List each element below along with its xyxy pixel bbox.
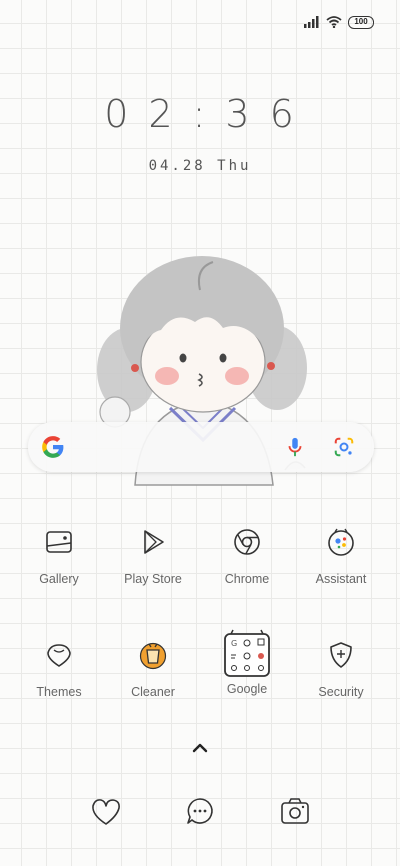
gallery-icon	[39, 522, 79, 562]
app-assistant[interactable]: Assistant	[294, 522, 388, 586]
app-chrome[interactable]: Chrome	[200, 522, 294, 586]
app-gallery[interactable]: Gallery	[12, 522, 106, 586]
app-label: Themes	[36, 685, 82, 699]
cleaner-icon	[133, 635, 173, 675]
app-label: Chrome	[224, 572, 270, 586]
themes-icon	[39, 635, 79, 675]
google-folder-icon: G	[223, 628, 271, 678]
app-cleaner[interactable]: Cleaner	[106, 635, 200, 699]
lockscreen-date: 04.28 Thu	[148, 158, 252, 174]
app-label: Play Store	[124, 572, 182, 586]
chat-bubble-icon[interactable]	[184, 795, 216, 829]
google-lens-icon[interactable]	[333, 436, 355, 458]
status-bar: 100	[304, 14, 374, 30]
camera-icon[interactable]	[279, 795, 311, 829]
assistant-icon	[321, 522, 361, 562]
app-label: Google	[226, 682, 268, 696]
wifi-icon	[326, 16, 342, 28]
play-store-icon	[133, 522, 173, 562]
chevron-up-icon[interactable]	[189, 740, 211, 754]
signal-icon	[304, 16, 319, 28]
app-label: Cleaner	[131, 685, 175, 699]
app-label: Gallery	[39, 572, 79, 586]
heart-icon[interactable]	[88, 795, 124, 829]
chrome-icon	[227, 522, 267, 562]
svg-text:G: G	[231, 639, 237, 648]
app-google-folder[interactable]: G Google	[200, 628, 294, 696]
battery-icon: 100	[348, 15, 374, 29]
google-search-bar[interactable]	[28, 422, 374, 472]
security-icon	[321, 635, 361, 675]
app-label: Assistant	[315, 572, 367, 586]
lockscreen-clock[interactable]: 02:36	[0, 92, 400, 136]
google-g-icon	[42, 436, 64, 458]
app-play-store[interactable]: Play Store	[106, 522, 200, 586]
app-themes[interactable]: Themes	[12, 635, 106, 699]
app-label: Security	[318, 685, 364, 699]
app-security[interactable]: Security	[294, 635, 388, 699]
microphone-icon[interactable]	[284, 436, 306, 458]
